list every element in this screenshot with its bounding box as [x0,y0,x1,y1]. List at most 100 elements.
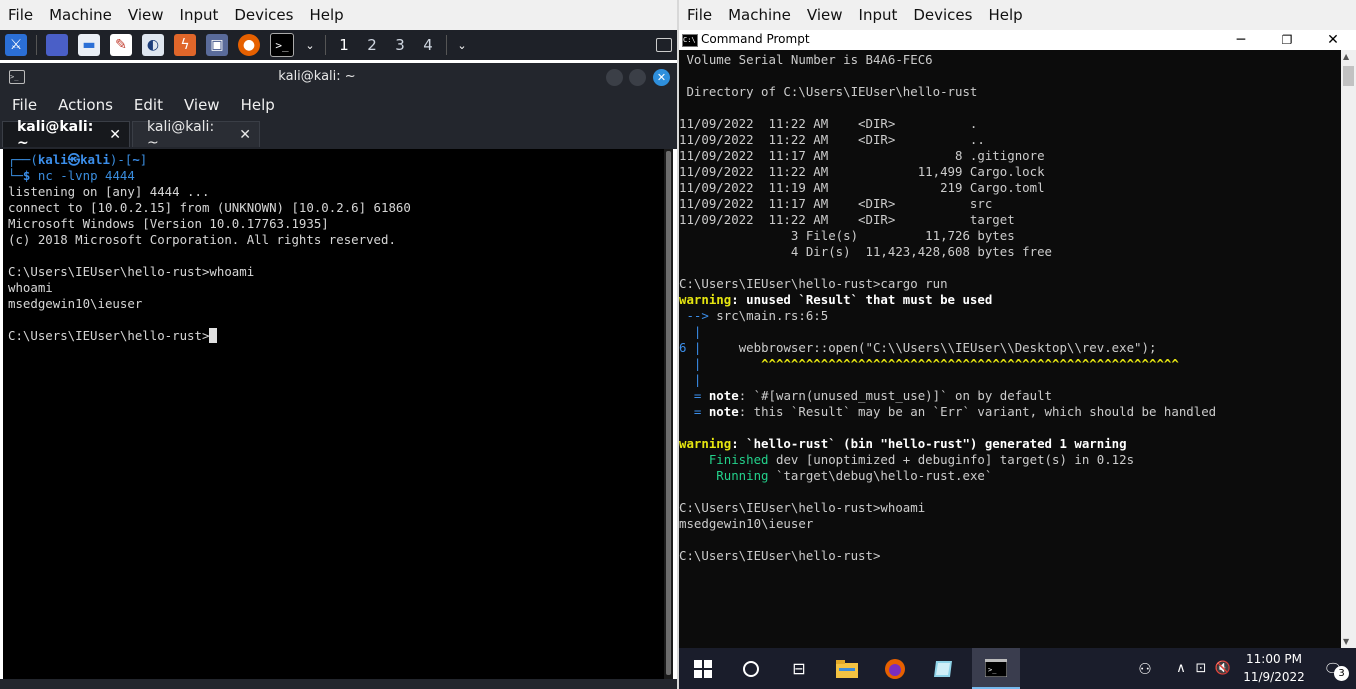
people-icon[interactable]: ⚇ [1131,648,1159,689]
panel-separator [36,35,37,55]
finished-text: dev [unoptimized + debuginfo] target(s) … [768,452,1135,467]
vbox-right-menubar: File Machine View Input Devices Help [679,0,1356,30]
cmd-line: 11/09/2022 11:17 AM 8 .gitignore [679,148,1045,163]
kali-tool-icon[interactable]: ◐ [142,34,164,56]
chevron-down-icon[interactable]: ⌄ [304,34,316,56]
vbox-left-menu-file[interactable]: File [0,0,41,30]
vbox-right-menu-machine[interactable]: Machine [720,0,799,30]
scroll-up-icon[interactable]: ▲ [1343,52,1349,61]
close-icon[interactable]: ✕ [653,69,670,86]
cmd-line: 11/09/2022 11:22 AM <DIR> .. [679,132,985,147]
start-icon[interactable] [679,648,727,689]
vbox-right-menu-file[interactable]: File [679,0,720,30]
workspace-3[interactable]: 3 [386,30,414,60]
terminal-line: Microsoft Windows [Version 10.0.17763.19… [8,216,329,231]
file-explorer-icon[interactable] [823,648,871,689]
volume-muted-icon[interactable]: 🔇 [1211,648,1235,689]
chevron-up-icon[interactable]: ∧ [1171,648,1191,689]
finished-label: Finished [679,452,769,467]
workspace-2[interactable]: 2 [358,30,386,60]
vbox-left-menu-machine[interactable]: Machine [41,0,120,30]
note-label: note [708,404,739,419]
cmd-line: 11/09/2022 11:22 AM <DIR> target [679,212,1015,227]
gutter-bar: | [679,356,702,371]
menu-edit[interactable]: Edit [122,96,172,114]
maximize-button[interactable]: ❐ [1264,30,1310,50]
prompt-at: ㉿ [67,152,81,167]
cmd-output[interactable]: Volume Serial Number is B4A6-FEC6 Direct… [679,50,1341,648]
command-prompt-taskbar-icon[interactable]: >_ [972,648,1020,689]
location-text: src\main.rs:6:5 [708,308,829,323]
cmd-scrollbar-thumb[interactable] [1343,66,1354,86]
note-eq: = [679,404,709,419]
app-icon[interactable] [919,648,967,689]
caret-marker: ^^^^^^^^^^^^^^^^^^^^^^^^^^^^^^^^^^^^^^^^… [701,356,1179,371]
vbox-left-menu-input[interactable]: Input [172,0,227,30]
terminal-prompt: C:\Users\IEUser\hello-rust> [8,328,210,343]
tab-label: kali@kali: ~ [147,118,215,151]
kali-menu-icon[interactable]: ⚔ [5,34,27,56]
tab-close-icon[interactable]: ✕ [239,127,251,143]
file-manager-icon[interactable]: ▬ [78,34,100,56]
tab-1[interactable]: kali@kali: ~ ✕ [2,119,130,151]
cortana-search-icon[interactable] [727,648,775,689]
panel-separator [446,35,447,55]
cmd-scrollbar[interactable]: ▲ ▼ [1341,50,1356,648]
vbox-right-menu-view[interactable]: View [799,0,851,30]
running-label: Running [679,468,769,483]
cmd-line: Volume Serial Number is B4A6-FEC6 [679,52,933,67]
firefox-icon[interactable]: ● [238,34,260,56]
kali-terminal-menubar: File Actions Edit View Help [0,91,677,119]
task-view-icon[interactable]: ⊟ [775,648,823,689]
kali-scrollbar-thumb[interactable] [666,151,671,675]
vbox-left-menu-help[interactable]: Help [301,0,351,30]
warning-text: : unused `Result` that must be used [731,292,993,307]
scroll-down-icon[interactable]: ▼ [1343,637,1349,646]
burp-icon[interactable]: ϟ [174,34,196,56]
svg-text:>_: >_ [988,666,997,674]
tab-close-icon[interactable]: ✕ [109,127,121,143]
menu-actions[interactable]: Actions [46,96,122,114]
command-text: nc -lvnp 4444 [37,168,135,183]
cmd-line: 11/09/2022 11:22 AM 11,499 Cargo.lock [679,164,1045,179]
gutter-bar: | [679,372,702,387]
vbox-left-menu-devices[interactable]: Devices [226,0,301,30]
running-text: `target\debug\hello-rust.exe` [768,468,993,483]
notifications-icon[interactable]: 🗨 3 [1315,648,1351,689]
app-icon[interactable]: ▣ [206,34,228,56]
desktop-icon[interactable] [46,34,68,56]
firefox-icon[interactable] [871,648,919,689]
terminal-icon[interactable]: >_ [270,33,294,57]
cmd-line: 4 Dir(s) 11,423,428,608 bytes free [679,244,1052,259]
workspace-1[interactable]: 1 [330,30,358,60]
menu-view[interactable]: View [172,96,229,114]
window-title: kali@kali: ~ [278,69,356,84]
kali-panel: ⚔ ▬ ✎ ◐ ϟ ▣ ● >_ ⌄ 1 2 3 4 ⌄ [0,30,677,60]
workspace-4[interactable]: 4 [414,30,442,60]
warning-label: warning [679,436,732,451]
menu-help[interactable]: Help [229,96,284,114]
minimize-button[interactable] [606,69,623,86]
kali-terminal-output[interactable]: ┌──(kali㉿kali)-[~] └─$ nc -lvnp 4444 lis… [3,149,664,679]
close-button[interactable]: ✕ [1310,30,1356,50]
terminal-cursor [209,328,217,343]
note-text: : `#[warn(unused_must_use)]` on by defau… [738,388,1052,403]
vbox-left-menu-view[interactable]: View [120,0,172,30]
network-icon[interactable]: ⊡ [1191,648,1211,689]
window-title: Command Prompt [701,32,810,46]
vbox-right-menu-input[interactable]: Input [851,0,906,30]
text-editor-icon[interactable]: ✎ [110,34,132,56]
vbox-right-menu-devices[interactable]: Devices [905,0,980,30]
tab-2[interactable]: kali@kali: ~ ✕ [132,119,260,151]
minimize-button[interactable]: ─ [1218,30,1264,50]
system-clock[interactable]: 11:00 PM 11/9/2022 [1239,650,1309,686]
menu-file[interactable]: File [0,96,46,114]
tab-label: kali@kali: ~ [17,118,94,151]
cmd-titlebar: C:\ Command Prompt ─ ❐ ✕ [679,30,1356,50]
vbox-right-menu-help[interactable]: Help [980,0,1030,30]
note-label: note [708,388,739,403]
panel-separator [325,35,326,55]
chevron-down-icon[interactable]: ⌄ [456,34,468,56]
maximize-button[interactable] [629,69,646,86]
screen-icon[interactable] [656,38,672,52]
